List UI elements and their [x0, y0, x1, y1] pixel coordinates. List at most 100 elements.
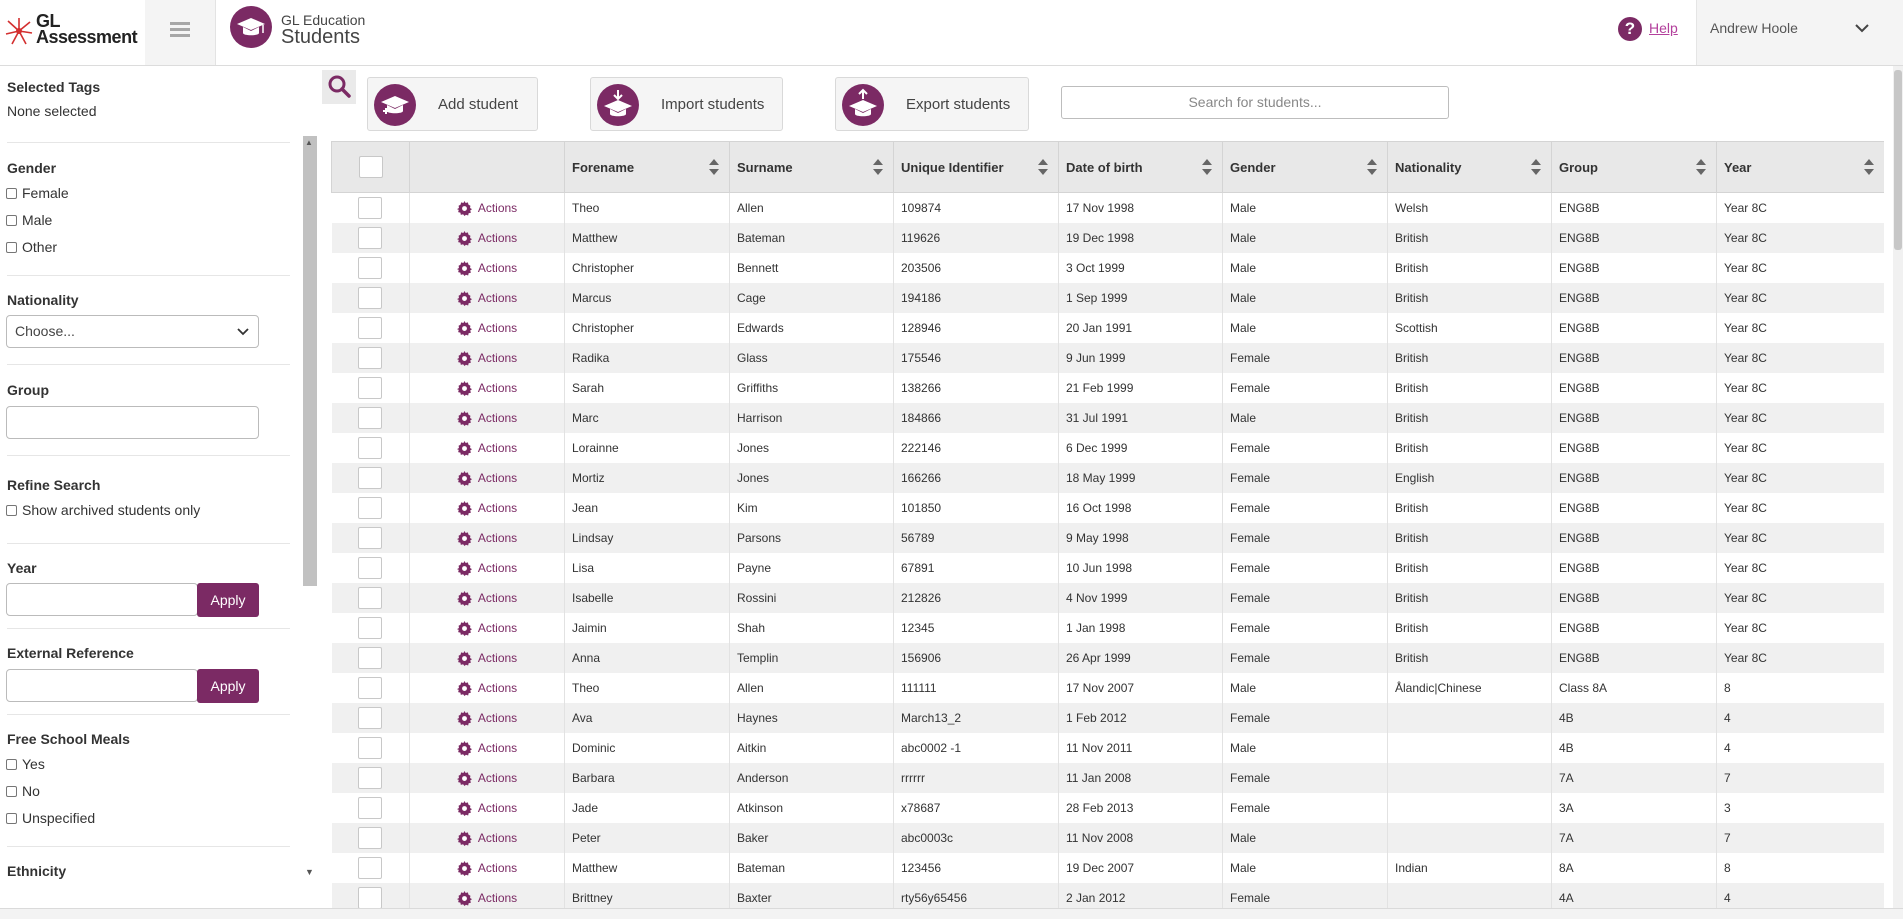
table-row[interactable]: Actions Jean Kim 101850 16 Oct 1998 Female Bri…	[331, 493, 1884, 523]
column-header-group[interactable]: Group	[1551, 141, 1717, 193]
add-student-button[interactable]: Add student	[367, 77, 538, 131]
checkbox[interactable]	[6, 812, 17, 824]
help-icon[interactable]: ?	[1618, 17, 1642, 41]
row-checkbox[interactable]	[358, 557, 383, 579]
student-search-input[interactable]: Search for students...	[1061, 86, 1449, 119]
actions-menu-button[interactable]: Actions	[410, 740, 564, 756]
row-checkbox[interactable]	[358, 377, 383, 399]
row-checkbox[interactable]	[358, 317, 383, 339]
column-header-year[interactable]: Year	[1716, 141, 1884, 193]
row-checkbox[interactable]	[358, 497, 383, 519]
row-checkbox[interactable]	[358, 197, 383, 219]
scroll-up-icon[interactable]: ▲	[305, 138, 313, 147]
actions-menu-button[interactable]: Actions	[410, 440, 564, 456]
column-header-unique-identifier[interactable]: Unique Identifier	[893, 141, 1059, 193]
actions-menu-button[interactable]: Actions	[410, 380, 564, 396]
user-menu[interactable]: Andrew Hoole	[1696, 0, 1903, 65]
row-checkbox[interactable]	[358, 677, 383, 699]
table-row[interactable]: Actions Ava Haynes March13_2 1 Feb 2012 Femal…	[331, 703, 1884, 733]
sort-icon[interactable]	[1696, 158, 1706, 176]
row-checkbox[interactable]	[358, 827, 383, 849]
fsm-unspecified-checkbox[interactable]: Unspecified	[6, 810, 95, 826]
row-checkbox[interactable]	[358, 647, 383, 669]
table-row[interactable]: Actions Barbara Anderson rrrrrr 11 Jan 2008 F…	[331, 763, 1884, 793]
actions-menu-button[interactable]: Actions	[410, 260, 564, 276]
sidebar-scrollbar[interactable]	[303, 136, 317, 586]
table-row[interactable]: Actions Brittney Baxter rty56y65456 2 Jan 20…	[331, 883, 1884, 908]
table-row[interactable]: Actions Lorainne Jones 222146 6 Dec 1999 Fema…	[331, 433, 1884, 463]
column-header-nationality[interactable]: Nationality	[1387, 141, 1552, 193]
show-archived-checkbox[interactable]: Show archived students only	[6, 502, 200, 518]
table-row[interactable]: Actions Peter Baker abc0003c 11 Nov 2008 Male…	[331, 823, 1884, 853]
row-checkbox[interactable]	[358, 617, 383, 639]
actions-menu-button[interactable]: Actions	[410, 620, 564, 636]
row-checkbox[interactable]	[358, 287, 383, 309]
year-input[interactable]	[6, 583, 198, 616]
row-checkbox[interactable]	[358, 467, 383, 489]
sort-icon[interactable]	[873, 158, 883, 176]
actions-menu-button[interactable]: Actions	[410, 800, 564, 816]
column-header-forename[interactable]: Forename	[564, 141, 730, 193]
checkbox[interactable]	[6, 758, 17, 770]
sort-icon[interactable]	[1202, 158, 1212, 176]
sort-icon[interactable]	[1367, 158, 1377, 176]
sort-icon[interactable]	[1531, 158, 1541, 176]
row-checkbox[interactable]	[358, 527, 383, 549]
table-row[interactable]: Actions Theo Allen 109874 17 Nov 1998 Male Wel…	[331, 192, 1884, 223]
actions-menu-button[interactable]: Actions	[410, 890, 564, 906]
row-checkbox[interactable]	[358, 347, 383, 369]
table-row[interactable]: Actions Anna Templin 156906 26 Apr 1999 Femal…	[331, 643, 1884, 673]
external-reference-input[interactable]	[6, 669, 198, 702]
table-row[interactable]: Actions Theo Allen 111111 17 Nov 2007 Male Åla…	[331, 673, 1884, 703]
page-scrollbar-thumb[interactable]	[1894, 70, 1902, 250]
table-row[interactable]: Actions Sarah Griffiths 138266 21 Feb 1999 Fe…	[331, 373, 1884, 403]
gl-assessment-logo[interactable]: GL Assessment	[0, 0, 146, 65]
ethnicity-title[interactable]: Ethnicity	[7, 863, 66, 879]
menu-toggle-button[interactable]	[145, 0, 216, 65]
row-checkbox[interactable]	[358, 737, 383, 759]
actions-menu-button[interactable]: Actions	[410, 530, 564, 546]
actions-menu-button[interactable]: Actions	[410, 500, 564, 516]
table-row[interactable]: Actions Marc Harrison 184866 31 Jul 1991 Male…	[331, 403, 1884, 433]
export-students-button[interactable]: Export students	[835, 77, 1029, 131]
row-checkbox[interactable]	[358, 797, 383, 819]
group-input[interactable]	[6, 406, 259, 439]
column-header-gender[interactable]: Gender	[1222, 141, 1388, 193]
row-checkbox[interactable]	[358, 587, 383, 609]
table-row[interactable]: Actions Lindsay Parsons 56789 9 May 1998 Fema…	[331, 523, 1884, 553]
fsm-no-checkbox[interactable]: No	[6, 783, 40, 799]
table-row[interactable]: Actions Lisa Payne 67891 10 Jun 1998 Female Br…	[331, 553, 1884, 583]
table-row[interactable]: Actions Marcus Cage 194186 1 Sep 1999 Male Bri…	[331, 283, 1884, 313]
actions-menu-button[interactable]: Actions	[410, 830, 564, 846]
checkbox[interactable]	[6, 214, 17, 226]
help-link[interactable]: Help	[1649, 20, 1678, 36]
actions-menu-button[interactable]: Actions	[410, 410, 564, 426]
actions-menu-button[interactable]: Actions	[410, 200, 564, 216]
external-reference-apply-button[interactable]: Apply	[197, 669, 259, 703]
actions-menu-button[interactable]: Actions	[410, 560, 564, 576]
actions-menu-button[interactable]: Actions	[410, 290, 564, 306]
checkbox[interactable]	[6, 241, 17, 253]
row-checkbox[interactable]	[358, 257, 383, 279]
table-row[interactable]: Actions Matthew Bateman 119626 19 Dec 1998 Ma…	[331, 223, 1884, 253]
sort-icon[interactable]	[709, 158, 719, 176]
row-checkbox[interactable]	[358, 227, 383, 249]
gender-male-checkbox[interactable]: Male	[6, 212, 52, 228]
actions-menu-button[interactable]: Actions	[410, 350, 564, 366]
table-row[interactable]: Actions Matthew Bateman 123456 19 Dec 2007 Ma…	[331, 853, 1884, 883]
actions-menu-button[interactable]: Actions	[410, 710, 564, 726]
actions-menu-button[interactable]: Actions	[410, 230, 564, 246]
table-row[interactable]: Actions Christopher Bennett 203506 3 Oct 199…	[331, 253, 1884, 283]
search-toggle-button[interactable]	[322, 70, 356, 104]
import-students-button[interactable]: Import students	[590, 77, 783, 131]
table-row[interactable]: Actions Isabelle Rossini 212826 4 Nov 1999 Fe…	[331, 583, 1884, 613]
fsm-yes-checkbox[interactable]: Yes	[6, 756, 45, 772]
actions-menu-button[interactable]: Actions	[410, 860, 564, 876]
gender-other-checkbox[interactable]: Other	[6, 239, 57, 255]
actions-menu-button[interactable]: Actions	[410, 650, 564, 666]
actions-menu-button[interactable]: Actions	[410, 320, 564, 336]
actions-menu-button[interactable]: Actions	[410, 770, 564, 786]
sort-icon[interactable]	[1038, 158, 1048, 176]
sort-icon[interactable]	[1864, 158, 1874, 176]
table-row[interactable]: Actions Radika Glass 175546 9 Jun 1999 Female…	[331, 343, 1884, 373]
